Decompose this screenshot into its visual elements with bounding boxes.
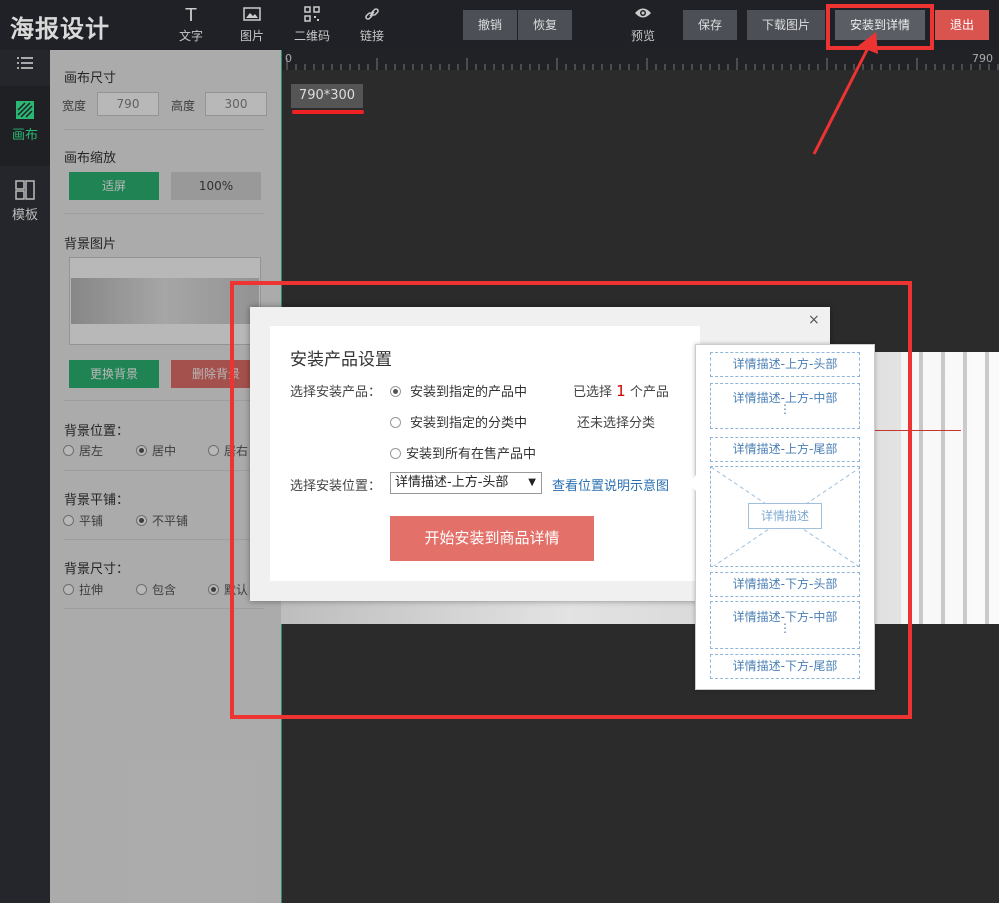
canvas-icon — [0, 100, 50, 124]
position-select-label: 选择安装位置： — [290, 479, 382, 494]
rail-item-label: 模板 — [11, 208, 38, 223]
position-top-tail[interactable]: 详情描述-上方-尾部 — [710, 437, 860, 462]
rail-item-template[interactable]: 模板 — [0, 180, 50, 240]
radio-dot — [390, 448, 401, 459]
app-logo: 海报设计 — [10, 15, 110, 43]
rail-item-canvas[interactable]: 画布 — [0, 86, 50, 166]
position-top-head[interactable]: 详情描述-上方-头部 — [710, 352, 860, 377]
image-icon — [230, 6, 274, 26]
radio-dot — [390, 386, 401, 397]
position-bottom-tail[interactable]: 详情描述-下方-尾部 — [710, 654, 860, 679]
exit-button[interactable]: 退出 — [935, 10, 989, 40]
dropdown-arrow-icon: ▼ — [528, 477, 536, 488]
preview-label: 预览 — [630, 29, 655, 43]
qrcode-tool-label: 二维码 — [293, 29, 330, 43]
install-specific-category-radio[interactable]: 安装到指定的分类中 — [390, 412, 527, 431]
canvas-image-window-detail — [901, 352, 999, 624]
selected-product-status: 已选择 1 个产品 — [573, 381, 669, 400]
start-install-button[interactable]: 开始安装到商品详情 — [390, 516, 594, 561]
install-all-products-radio[interactable]: 安装到所有在售产品中 — [390, 443, 536, 462]
text-tool-label: 文字 — [178, 29, 203, 43]
undo-button[interactable]: 撤销 — [463, 10, 517, 40]
text-tool[interactable]: T 文字 — [169, 6, 213, 44]
modal-close-button[interactable]: × — [808, 312, 820, 328]
annotation-underline — [292, 110, 364, 114]
list-icon[interactable] — [0, 56, 50, 82]
save-button[interactable]: 保存 — [683, 10, 737, 40]
detail-description-label: 详情描述 — [748, 503, 822, 529]
install-specific-product-radio[interactable]: 安装到指定的产品中 — [390, 381, 527, 400]
annotation-arrow — [812, 32, 878, 155]
text-icon: T — [185, 5, 197, 26]
product-select-label: 选择安装产品： — [290, 385, 382, 400]
position-bottom-head[interactable]: 详情描述-下方-头部 — [710, 572, 860, 597]
link-tool-label: 链接 — [359, 29, 384, 43]
install-specific-category-label: 安装到指定的分类中 — [410, 416, 528, 431]
rail-item-label: 画布 — [11, 128, 38, 143]
link-icon — [350, 6, 394, 26]
modal-title: 安装产品设置 — [290, 350, 392, 370]
eye-icon — [621, 6, 665, 26]
category-status: 还未选择分类 — [577, 416, 656, 431]
ruler-ticks — [286, 58, 999, 70]
qrcode-icon — [290, 6, 334, 26]
ellipsis-icon: ⋮ — [779, 621, 791, 635]
selected-prefix: 已选择 — [573, 385, 613, 400]
position-top-middle[interactable]: 详情描述-上方-中部 ⋮ — [710, 383, 860, 429]
link-tool[interactable]: 链接 — [350, 6, 394, 44]
view-position-diagram-link[interactable]: 查看位置说明示意图 — [552, 475, 669, 494]
image-tool[interactable]: 图片 — [230, 6, 274, 44]
selected-suffix: 个产品 — [629, 385, 669, 400]
preview-tool[interactable]: 预览 — [621, 6, 665, 44]
template-icon — [0, 180, 50, 204]
redo-button[interactable]: 恢复 — [518, 10, 572, 40]
image-tool-label: 图片 — [239, 29, 264, 43]
install-all-products-label: 安装到所有在售产品中 — [406, 447, 537, 462]
selected-count: 1 — [616, 382, 626, 400]
left-rail: 画布 模板 — [0, 50, 50, 903]
ruler-start-label: 0 — [285, 52, 292, 65]
install-specific-product-label: 安装到指定的产品中 — [410, 385, 528, 400]
install-position-select[interactable]: 详情描述-上方-头部 ▼ — [390, 472, 542, 494]
position-bottom-middle[interactable]: 详情描述-下方-中部 ⋮ — [710, 601, 860, 649]
qrcode-tool[interactable]: 二维码 — [290, 6, 334, 44]
horizontal-ruler: 0 790 — [281, 50, 999, 70]
ruler-end-label: 790 — [972, 52, 993, 65]
ellipsis-icon: ⋮ — [779, 402, 791, 416]
install-position-value: 详情描述-上方-头部 — [395, 475, 509, 490]
canvas-size-badge: 790*300 — [291, 84, 363, 108]
radio-dot — [390, 417, 401, 428]
popover-pointer — [688, 475, 696, 491]
